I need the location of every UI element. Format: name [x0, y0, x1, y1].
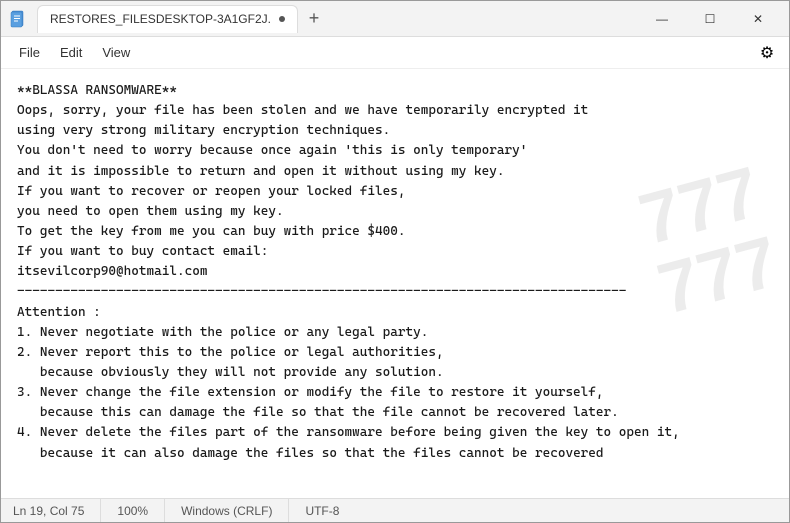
menu-bar: File Edit View ⚙ [1, 37, 789, 69]
zoom-level[interactable]: 100% [101, 499, 165, 522]
app-icon [9, 9, 29, 29]
close-button[interactable]: ✕ [735, 1, 781, 37]
file-menu[interactable]: File [9, 41, 50, 64]
line-ending[interactable]: Windows (CRLF) [165, 499, 289, 522]
main-window: RESTORES_FILESDESKTOP-3A1GF2J. + — ☐ ✕ F… [0, 0, 790, 523]
new-tab-button[interactable]: + [300, 5, 328, 33]
unsaved-indicator [279, 16, 285, 22]
text-editor-content[interactable]: **BLASSA RANSOMWARE** Oops, sorry, your … [1, 69, 789, 476]
maximize-button[interactable]: ☐ [687, 1, 733, 37]
view-menu[interactable]: View [92, 41, 140, 64]
minimize-button[interactable]: — [639, 1, 685, 37]
encoding[interactable]: UTF-8 [289, 499, 355, 522]
title-bar: RESTORES_FILESDESKTOP-3A1GF2J. + — ☐ ✕ [1, 1, 789, 37]
tab-label: RESTORES_FILESDESKTOP-3A1GF2J. [50, 12, 271, 26]
window-controls: — ☐ ✕ [639, 1, 781, 37]
settings-icon[interactable]: ⚙ [753, 39, 781, 67]
cursor-position: Ln 19, Col 75 [13, 499, 101, 522]
status-bar: Ln 19, Col 75 100% Windows (CRLF) UTF-8 [1, 498, 789, 522]
tab-area: RESTORES_FILESDESKTOP-3A1GF2J. + [37, 5, 639, 33]
active-tab[interactable]: RESTORES_FILESDESKTOP-3A1GF2J. [37, 5, 298, 33]
edit-menu[interactable]: Edit [50, 41, 92, 64]
